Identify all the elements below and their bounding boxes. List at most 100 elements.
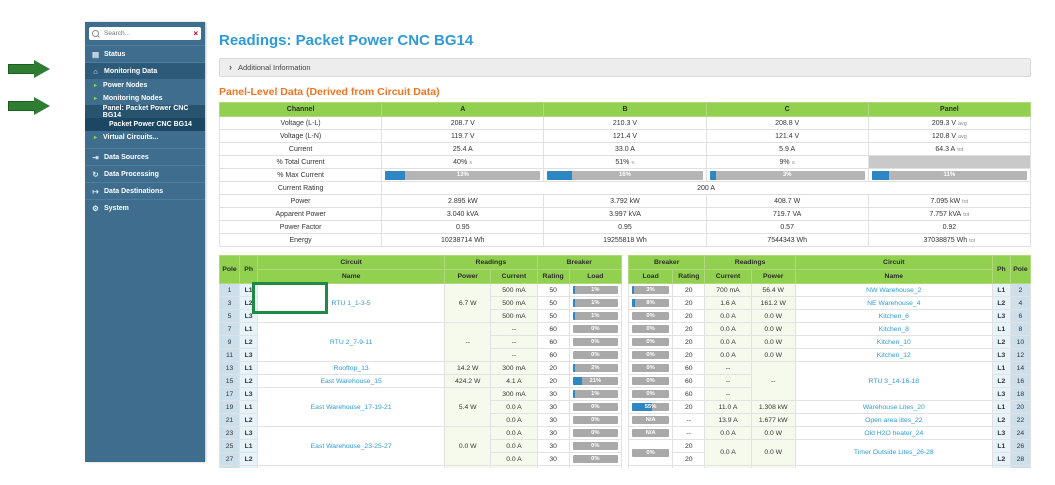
panel-value-cell: 0.57: [706, 221, 868, 234]
load-badge: 1%: [573, 390, 618, 398]
sidebar-item-data-sources[interactable]: ⇥ Data Sources: [85, 148, 205, 165]
panel-value: 0.95: [618, 224, 632, 231]
panel-value-cell: 208.7 V: [382, 117, 544, 130]
panel-value: 37038875 Wh: [924, 237, 968, 244]
data-sources-icon: ⇥: [91, 153, 100, 162]
current-cell: 500 mA: [491, 310, 537, 323]
phase-cell: L3: [992, 310, 1010, 323]
load-cell: 0%: [569, 323, 621, 336]
panel-value: 33.0 A: [615, 146, 635, 153]
phase-cell: L1: [240, 440, 258, 453]
load-label: 21%: [573, 377, 618, 385]
rating-cell: 20: [673, 466, 705, 469]
current-cell: 500 mA: [491, 297, 537, 310]
load-cell: 0%: [569, 427, 621, 440]
rating-cell: 60: [673, 362, 705, 375]
panel-value-cell: [868, 156, 1030, 169]
phase-cell: L3: [992, 388, 1010, 401]
search-bar[interactable]: ×: [89, 27, 201, 40]
additional-information-toggle[interactable]: › Additional Information: [219, 58, 1031, 77]
load-badge: 0%: [632, 338, 669, 346]
circuit-name-link[interactable]: East Warehouse_15: [320, 378, 381, 385]
sidebar-item-panel-packet-power[interactable]: Panel: Packet Power CNC BG14: [85, 105, 205, 118]
load-label: 1%: [573, 312, 618, 320]
panel-value-cell: 3.997 kVA: [544, 208, 706, 221]
circuit-name-link[interactable]: Warehouse Lites_20: [863, 404, 925, 411]
panel-value: 2.895 kW: [448, 198, 478, 205]
panel-value-cell: 121.4 V: [544, 130, 706, 143]
panel-value: 51%: [615, 159, 629, 166]
panel-value-cell: 210.3 V: [544, 117, 706, 130]
panel-table-row: Voltage (L-L)208.7 V210.3 V208.8 V209.3 …: [220, 117, 1031, 130]
load-cell: 1%: [569, 310, 621, 323]
circuit-name-link[interactable]: East Warehouse_23-25-27: [311, 443, 392, 450]
value-suffix: tot: [963, 212, 969, 218]
circuit-name-link[interactable]: Old H2O heater_24: [864, 430, 923, 437]
circuit-name-link[interactable]: Kitchen_12: [877, 352, 911, 359]
panel-table-row: Current25.4 A33.0 A5.9 A64.3 Atot: [220, 143, 1031, 156]
rating-cell: 30: [537, 440, 569, 453]
load-cell: 0%: [569, 440, 621, 453]
panel-value: 64.3 A: [935, 146, 955, 153]
sidebar-item-power-nodes[interactable]: ▸ Power Nodes: [85, 79, 205, 92]
circuit-name-link[interactable]: Kitchen_8: [879, 326, 909, 333]
load-badge: 1%: [573, 286, 618, 294]
sidebar-item-system[interactable]: ⚙ System: [85, 199, 205, 216]
panel-value: 0.92: [943, 224, 957, 231]
circuit-name-link[interactable]: NW Warehouse_2: [866, 287, 921, 294]
panel-value-cell: 209.3 Vavg: [868, 117, 1030, 130]
circuit-name-link[interactable]: Timer Outside Lites_26-28: [854, 449, 934, 456]
sidebar-item-packet-power-cnc-bg14[interactable]: Packet Power CNC BG14: [85, 118, 205, 131]
circuit-name-link[interactable]: Rooftop_13: [334, 365, 369, 372]
additional-information-label: Additional Information: [238, 63, 311, 72]
circuit-name-link[interactable]: Kitchen_10: [877, 339, 911, 346]
search-input[interactable]: [102, 29, 190, 38]
col-circuit: Circuit: [795, 256, 992, 270]
power-cell: 1.308 kW: [751, 401, 795, 414]
circuit-name-link[interactable]: NE Warehouse_4: [867, 300, 920, 307]
load-cell: 12%: [569, 466, 621, 469]
sidebar-item-virtual-circuits[interactable]: ▸ Virtual Circuits...: [85, 131, 205, 144]
circuit-name-link[interactable]: Kitchen_6: [879, 313, 909, 320]
sidebar-item-label: Status: [104, 51, 125, 58]
pole-cell: 22: [1010, 414, 1030, 427]
panel-value: 210.3 V: [613, 120, 637, 127]
pole-cell: 20: [1010, 401, 1030, 414]
circuit-name-cell: East Warehouse_17-19-21: [258, 388, 445, 427]
sidebar-item-label: Data Destinations: [104, 188, 163, 195]
phase-cell: L3: [992, 466, 1010, 469]
panel-row-label: Voltage (L-N): [220, 130, 382, 143]
rating-cell: --: [673, 414, 705, 427]
circuit-name-link[interactable]: East Warehouse_17-19-21: [311, 404, 392, 411]
circuit-name-link[interactable]: Open area lites_22: [865, 417, 922, 424]
sidebar-item-status[interactable]: ▤ Status: [85, 45, 205, 62]
panel-value-cell: 9%≡: [706, 156, 868, 169]
circuit-name-cell: Kitchen_8: [795, 323, 992, 336]
phase-cell: L2: [240, 375, 258, 388]
circuit-name-link[interactable]: RTU 3_14-16-18: [869, 378, 920, 385]
close-icon[interactable]: ×: [193, 30, 198, 38]
panel-row-label: Apparent Power: [220, 208, 382, 221]
panel-value-cell: 719.7 VA: [706, 208, 868, 221]
circuit-name-link[interactable]: RTU 2_7-9-11: [330, 339, 372, 346]
panel-value-cell: 37038875 Whtot: [868, 234, 1030, 247]
current-cell: 0.0 A: [705, 349, 751, 362]
panel-value-cell: 64.3 Atot: [868, 143, 1030, 156]
max-current-bar: 3%: [710, 171, 865, 180]
panel-row-label: Power Factor: [220, 221, 382, 234]
table-row: N/A--0.0 A0.0 WOld H2O heater_24L324: [629, 427, 1031, 440]
panel-value-cell: 7544343 Wh: [706, 234, 868, 247]
panel-value-cell: 121.4 V: [706, 130, 868, 143]
sidebar-item-monitoring-nodes[interactable]: ▸ Monitoring Nodes: [85, 92, 205, 105]
pole-cell: 28: [1010, 453, 1030, 466]
circuit-name-link[interactable]: RTU 1_1-3-5: [332, 300, 371, 307]
sidebar-item-data-processing[interactable]: ↻ Data Processing: [85, 165, 205, 182]
load-cell: 0%: [629, 375, 673, 388]
load-cell: 0%: [629, 440, 673, 466]
pole-cell: 27: [220, 453, 240, 466]
sidebar-item-data-destinations[interactable]: ↦ Data Destinations: [85, 182, 205, 199]
load-badge: 0%: [573, 325, 618, 333]
col-pole: Pole: [1010, 256, 1030, 284]
panel-col-a: A: [382, 103, 544, 117]
sidebar-item-monitoring-data[interactable]: ⌂ Monitoring Data: [85, 62, 205, 79]
